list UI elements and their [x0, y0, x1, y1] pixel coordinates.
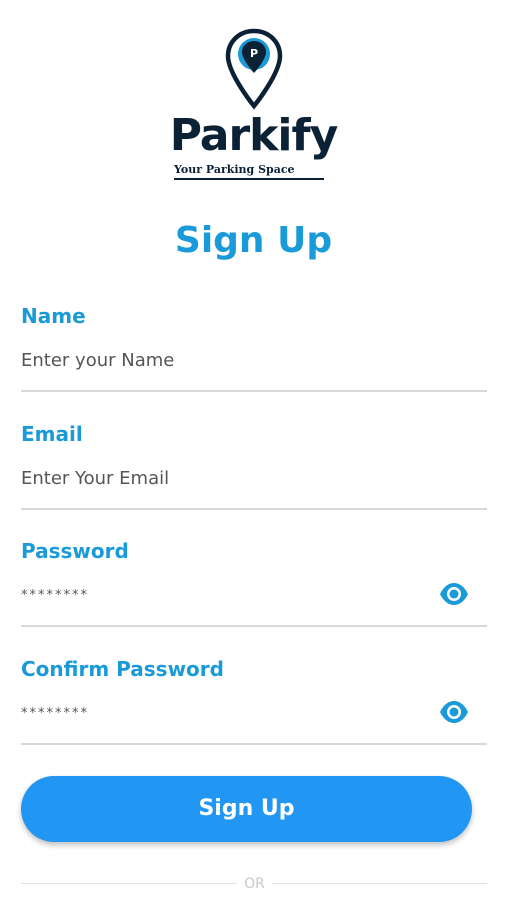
password-underline	[21, 625, 487, 627]
brand-tagline: Your Parking Space	[174, 163, 324, 180]
eye-icon[interactable]	[439, 700, 469, 724]
sign-up-button[interactable]: Sign Up	[21, 776, 472, 842]
email-label: Email	[21, 422, 83, 446]
name-underline	[21, 390, 487, 392]
confirm-password-label: Confirm Password	[21, 657, 224, 681]
or-divider-text: OR	[244, 876, 265, 892]
signup-screen: P Parkify Your Parking Space Sign Up Nam…	[0, 0, 507, 900]
location-pin-logo-icon: P	[225, 28, 283, 110]
name-input[interactable]	[21, 344, 431, 376]
divider-left	[21, 883, 237, 884]
name-label: Name	[21, 304, 86, 328]
brand-name: Parkify	[169, 110, 339, 161]
password-input[interactable]	[21, 579, 431, 611]
divider-right	[272, 883, 487, 884]
svg-text:P: P	[250, 47, 258, 60]
confirm-password-input[interactable]	[21, 697, 431, 729]
page-title: Sign Up	[174, 220, 333, 261]
eye-icon[interactable]	[439, 582, 469, 606]
email-input[interactable]	[21, 462, 431, 494]
password-label: Password	[21, 539, 129, 563]
email-underline	[21, 508, 487, 510]
confirm-password-underline	[21, 743, 487, 745]
